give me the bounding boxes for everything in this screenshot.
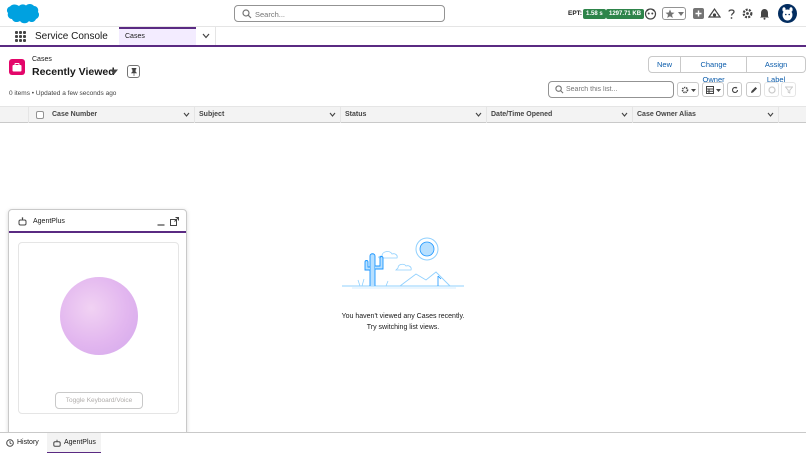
chevron-down-icon [716,89,721,92]
display-as-button[interactable] [702,82,724,97]
bot-icon [18,217,27,226]
agentplus-panel: AgentPlus Toggle Keyboard/Voice [8,209,187,434]
chevron-down-icon[interactable] [329,112,336,117]
chevron-down-icon [691,89,696,92]
setup-gear-icon[interactable] [741,7,754,20]
column-label: Case Owner Alias [637,111,696,118]
refresh-button[interactable] [727,82,742,97]
ept-label: EPT: [568,10,583,17]
favorites-chevron-icon[interactable] [678,12,684,16]
empty-state-message: You haven't viewed any Cases recently. T… [300,312,506,333]
column-header-status[interactable]: Status [341,107,487,123]
star-icon[interactable] [665,9,675,19]
toggle-keyboard-voice-button[interactable]: Toggle Keyboard/Voice [55,392,143,409]
column-header-case-number[interactable]: Case Number [48,107,195,123]
list-status-text: 0 items • Updated a few seconds ago [9,90,117,97]
new-button[interactable]: New [648,56,682,73]
case-object-icon [9,59,25,75]
chevron-down-icon[interactable] [767,112,774,117]
utility-item-label: History [17,439,39,446]
global-search[interactable] [234,5,445,22]
user-avatar[interactable] [778,4,797,23]
change-owner-button[interactable]: Change Owner [681,56,748,84]
column-header-date-time-opened[interactable]: Date/Time Opened [487,107,633,123]
pin-icon [131,68,137,76]
column-label: Subject [199,111,225,118]
assign-label-button[interactable]: Assign Label [747,56,806,84]
object-label: Cases [32,56,52,63]
list-view-header: Cases Recently Viewed New Change Owner A… [0,49,806,106]
pop-out-icon[interactable] [170,217,179,226]
gear-icon [681,86,689,94]
agentplus-panel-body: Toggle Keyboard/Voice [18,242,179,414]
column-label: Date/Time Opened [491,111,553,118]
edit-list-button[interactable] [746,82,761,97]
bot-icon [53,439,61,447]
column-label: Status [345,111,367,118]
pencil-icon [751,87,757,93]
row-number-column [0,107,29,123]
app-name: Service Console [35,31,108,42]
salesforce-logo[interactable] [6,3,40,25]
pie-chart-icon [768,86,776,94]
briefcase-icon [12,63,22,72]
app-launcher-icon[interactable] [15,31,26,42]
filter-button[interactable] [781,82,796,97]
table-header: Case Number Subject Status Date/Time Ope… [0,106,806,123]
chevron-down-icon[interactable] [183,112,190,117]
refresh-icon [732,86,739,94]
list-view-title[interactable]: Recently Viewed [32,66,115,78]
column-header-case-owner-alias[interactable]: Case Owner Alias [633,107,779,123]
select-all-column [29,107,48,123]
list-search[interactable] [548,81,674,98]
empty-state-line1: You haven't viewed any Cases recently. [341,313,465,320]
clock-icon [6,439,14,447]
utility-bar: History AgentPlus [0,432,806,453]
search-icon [555,85,564,94]
global-actions-icon[interactable] [692,7,705,20]
filter-icon [785,86,793,94]
pin-list-view-button[interactable] [127,65,140,78]
chevron-down-icon[interactable] [475,112,482,117]
list-settings-button[interactable] [677,82,699,97]
agentplus-panel-header: AgentPlus [9,210,186,233]
ept-size-badge: 1297.71 KB [606,9,645,19]
app-nav-bar: Service Console Cases [0,27,806,47]
minimize-icon[interactable] [157,217,165,226]
list-search-input[interactable] [566,84,670,95]
nav-menu-button[interactable] [196,27,216,45]
agentplus-panel-title: AgentPlus [33,218,65,225]
search-icon [242,9,252,19]
table-icon [706,86,714,94]
column-label: Case Number [52,111,98,118]
list-view-picker-icon[interactable] [110,69,118,75]
chevron-down-icon[interactable] [621,112,628,117]
utility-item-history[interactable]: History [0,433,45,453]
astro-avatar-icon [782,7,793,21]
tab-cases-label: Cases [125,33,145,40]
utility-item-label: AgentPlus [64,439,96,446]
empty-state-line2: Try switching list views. [366,323,440,331]
list-action-buttons: New Change Owner Assign Label [648,56,806,84]
column-header-subject[interactable]: Subject [195,107,341,123]
global-search-input[interactable] [255,8,435,20]
help-icon[interactable] [725,7,738,20]
desert-illustration [342,237,464,289]
charts-button[interactable] [764,82,779,97]
chevron-down-icon [202,33,210,39]
voice-orb[interactable] [60,277,138,355]
astro-icon[interactable] [644,7,657,20]
select-all-checkbox[interactable] [36,111,44,119]
trailhead-icon[interactable] [708,7,721,20]
favorites-group[interactable] [662,7,686,20]
tab-cases[interactable]: Cases [119,27,196,45]
global-header: EPT: 1.58 s 1297.71 KB [0,0,806,27]
utility-item-agentplus[interactable]: AgentPlus [47,433,101,453]
ept-time-badge: 1.58 s [583,9,606,19]
notifications-bell-icon[interactable] [758,7,771,20]
